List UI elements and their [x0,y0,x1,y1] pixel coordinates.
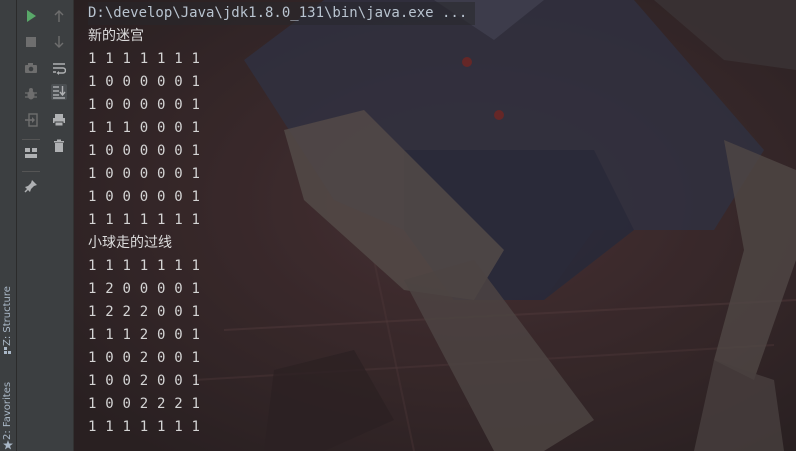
path-heading: 小球走的过线 [88,235,172,251]
print-icon[interactable] [51,112,67,128]
exit-icon[interactable] [23,112,39,128]
ide-run-window: Z: Structure 2: Favorites D:\develop\Jav… [0,0,796,451]
run-toolbar [17,0,45,451]
console-text: D:\develop\Java\jdk1.8.0_131\bin\java.ex… [88,2,476,439]
new-maze-row: 1 1 1 1 1 1 1 [88,51,201,67]
new-maze-row: 1 0 0 0 0 0 1 [88,74,201,90]
soft-wrap-icon[interactable] [51,60,67,76]
left-tool-strip: Z: Structure 2: Favorites [0,0,17,451]
path-row: 1 2 0 0 0 0 1 [88,281,201,297]
trash-icon[interactable] [51,138,67,154]
scroll-to-end-icon[interactable] [51,84,67,100]
new-maze-row: 1 1 1 0 0 0 1 [88,120,201,136]
structure-tab-label: Z: Structure [2,286,13,346]
structure-icon [0,345,16,359]
new-maze-row: 1 0 0 0 0 0 1 [88,143,201,159]
path-row: 1 1 1 2 0 0 1 [88,327,201,343]
layout-icon[interactable] [23,145,39,161]
toolbar-divider [22,171,40,172]
camera-icon[interactable] [23,60,39,76]
debug-icon[interactable] [23,86,39,102]
toolbar-divider [22,139,40,140]
structure-tab[interactable]: Z: Structure [0,282,16,352]
favorites-tab[interactable]: 2: Favorites [0,378,16,440]
path-row: 1 1 1 1 1 1 1 [88,258,201,274]
pin-icon[interactable] [23,178,39,194]
new-maze-row: 1 1 1 1 1 1 1 [88,212,201,228]
new-maze-row: 1 0 0 0 0 0 1 [88,189,201,205]
path-row: 1 0 0 2 0 0 1 [88,350,201,366]
new-maze-row: 1 0 0 0 0 0 1 [88,166,201,182]
path-row: 1 2 2 2 0 0 1 [88,304,201,320]
favorites-tab-label: 2: Favorites [2,381,13,440]
path-row: 1 0 0 2 2 2 1 [88,396,201,412]
down-arrow-icon[interactable] [51,34,67,50]
new-maze-heading: 新的迷宫 [88,28,144,44]
console-toolbar [45,0,74,451]
new-maze-row: 1 0 0 0 0 0 1 [88,97,201,113]
star-icon [0,440,16,451]
command-line: D:\develop\Java\jdk1.8.0_131\bin\java.ex… [88,2,476,25]
path-row: 1 1 1 1 1 1 1 [88,419,201,435]
stop-icon[interactable] [23,34,39,50]
console-output[interactable]: D:\develop\Java\jdk1.8.0_131\bin\java.ex… [74,0,796,451]
up-arrow-icon[interactable] [51,8,67,24]
path-row: 1 0 0 2 0 0 1 [88,373,201,389]
rerun-icon[interactable] [23,8,39,24]
